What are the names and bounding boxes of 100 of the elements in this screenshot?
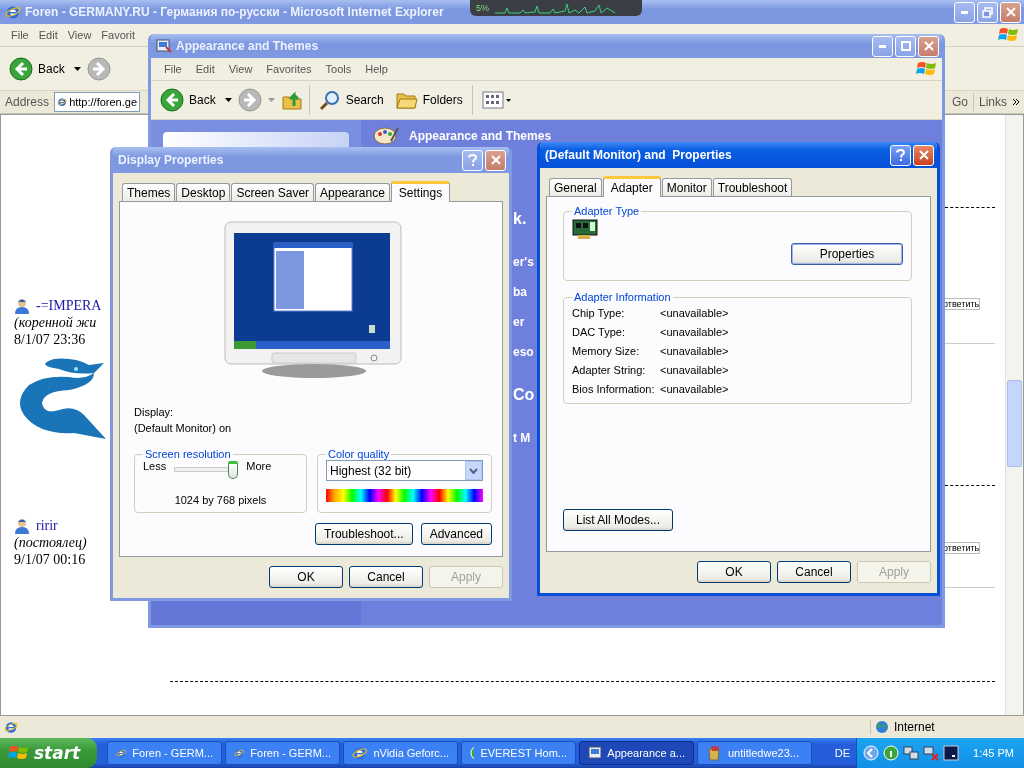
info-value: <unavailable> <box>660 383 729 395</box>
user-icon <box>14 518 30 534</box>
group-label: Color quality <box>327 448 391 460</box>
help-icon <box>468 153 477 167</box>
maximize-icon <box>900 41 911 51</box>
menu-item[interactable]: Help <box>358 61 395 77</box>
dialog-button[interactable]: OK <box>269 566 343 588</box>
task-text: Co <box>513 386 535 404</box>
chevron-icon <box>1012 98 1020 106</box>
color-quality-dropdown[interactable]: Highest (32 bit) <box>326 460 483 481</box>
task-text: t M <box>513 431 531 445</box>
info-label: DAC Type: <box>572 326 626 338</box>
group-label: Adapter Information <box>573 291 672 303</box>
help-icon <box>896 148 905 162</box>
links-label[interactable]: Links <box>978 95 1008 109</box>
info-label: Adapter String: <box>572 364 647 376</box>
control-panel-icon <box>156 38 172 54</box>
dialog-button[interactable]: Cancel <box>777 561 851 583</box>
info-icon[interactable] <box>883 745 900 761</box>
tab[interactable]: Adapter <box>602 176 661 197</box>
task-text: k. <box>513 210 527 228</box>
task-text: ba <box>513 285 527 299</box>
folders-button[interactable]: Folders <box>392 88 466 112</box>
taskbar-button[interactable]: Appearance a... <box>579 741 694 765</box>
author-link[interactable]: -=IMPERA <box>36 298 102 314</box>
group-label: Adapter Type <box>573 205 641 217</box>
tab[interactable]: Troubleshoot <box>712 178 793 196</box>
task-text: er <box>513 315 525 329</box>
close-icon <box>490 155 501 165</box>
window-title: Appearance and Themes <box>176 39 319 53</box>
tab[interactable]: General <box>549 178 602 196</box>
taskbar-button[interactable]: nVidia Geforc... <box>343 741 458 765</box>
taskbar-button[interactable]: Foren - GERM... <box>107 741 222 765</box>
task-text: er's <box>513 255 534 269</box>
menu-item[interactable]: Edit <box>188 61 222 77</box>
go-button[interactable]: Go <box>950 95 969 109</box>
folder-icon <box>395 90 418 110</box>
properties-button[interactable]: Properties <box>791 243 903 265</box>
window-title: (Default Monitor) and Properties <box>545 148 732 162</box>
browser-e-icon <box>352 745 368 761</box>
tab[interactable]: Monitor <box>661 178 712 196</box>
category-heading: Appearance and Themes <box>409 129 552 143</box>
tab[interactable]: Screen Saver <box>231 183 315 201</box>
help-button[interactable] <box>890 144 911 166</box>
close-icon <box>923 41 934 51</box>
control-panel-icon <box>588 745 602 761</box>
info-label: Memory Size: <box>572 345 641 357</box>
cpu-reading: 5% <box>476 3 489 13</box>
tab[interactable]: Settings <box>390 181 451 202</box>
address-field[interactable]: http://foren.ge <box>54 92 141 112</box>
windows-logo-icon <box>916 60 938 78</box>
dropdown-caret-icon <box>224 98 232 102</box>
folder-up-icon[interactable] <box>280 89 303 111</box>
menu-item[interactable]: File <box>157 61 189 77</box>
panel-button[interactable]: Advanced <box>420 523 492 545</box>
address-label: Address <box>4 95 51 109</box>
group-label: Screen resolution <box>144 448 232 460</box>
menu-item[interactable]: Favorites <box>259 61 319 77</box>
menu-item[interactable]: File <box>6 27 34 43</box>
security-zone-label: Internet <box>894 720 935 734</box>
tab[interactable]: Themes <box>122 183 176 201</box>
network-icon[interactable] <box>903 745 920 761</box>
slider-thumb[interactable] <box>228 461 239 479</box>
console-icon[interactable] <box>943 745 960 761</box>
list-all-modes-button[interactable]: List All Modes... <box>563 509 673 531</box>
resolution-slider[interactable] <box>174 460 239 480</box>
dialog-button[interactable]: OK <box>697 561 771 583</box>
vertical-scrollbar[interactable] <box>1005 115 1023 715</box>
dialog-button[interactable]: Cancel <box>349 566 423 588</box>
menu-item[interactable]: View <box>221 61 260 77</box>
language-indicator[interactable]: DE <box>828 747 857 759</box>
taskbar-button[interactable]: untitledwe23... <box>697 741 812 765</box>
info-value: <unavailable> <box>660 307 729 319</box>
restore-icon <box>982 6 993 18</box>
back-button[interactable]: Back <box>6 54 68 83</box>
tab[interactable]: Appearance <box>315 183 390 201</box>
views-icon <box>481 90 512 110</box>
close-icon <box>1005 7 1016 17</box>
taskbar-button[interactable]: EVEREST Hom... <box>461 741 576 765</box>
search-icon <box>318 89 341 111</box>
windows-logo-icon <box>998 26 1020 44</box>
menu-item[interactable]: Edit <box>33 27 63 43</box>
search-button[interactable]: Search <box>315 87 387 113</box>
menu-item[interactable]: Favorit <box>96 27 140 43</box>
task-text: eso <box>513 345 534 359</box>
network-warning-icon[interactable] <box>923 745 940 761</box>
panel-button[interactable]: Troubleshoot... <box>315 523 413 545</box>
back-button[interactable]: Back <box>157 86 219 114</box>
dropdown-caret-icon <box>267 98 275 102</box>
start-button[interactable]: start <box>0 738 97 768</box>
windows-logo-icon <box>8 744 30 762</box>
chevron-left-icon[interactable] <box>863 745 880 761</box>
author-link[interactable]: ririr <box>36 518 58 534</box>
display-label: Display: <box>134 405 175 420</box>
taskbar-button[interactable]: Foren - GERM... <box>225 741 340 765</box>
dropdown-caret-icon <box>73 66 81 71</box>
menu-item[interactable]: View <box>62 27 97 43</box>
close-button[interactable] <box>913 144 934 166</box>
tab[interactable]: Desktop <box>176 183 231 201</box>
menu-item[interactable]: Tools <box>318 61 359 77</box>
